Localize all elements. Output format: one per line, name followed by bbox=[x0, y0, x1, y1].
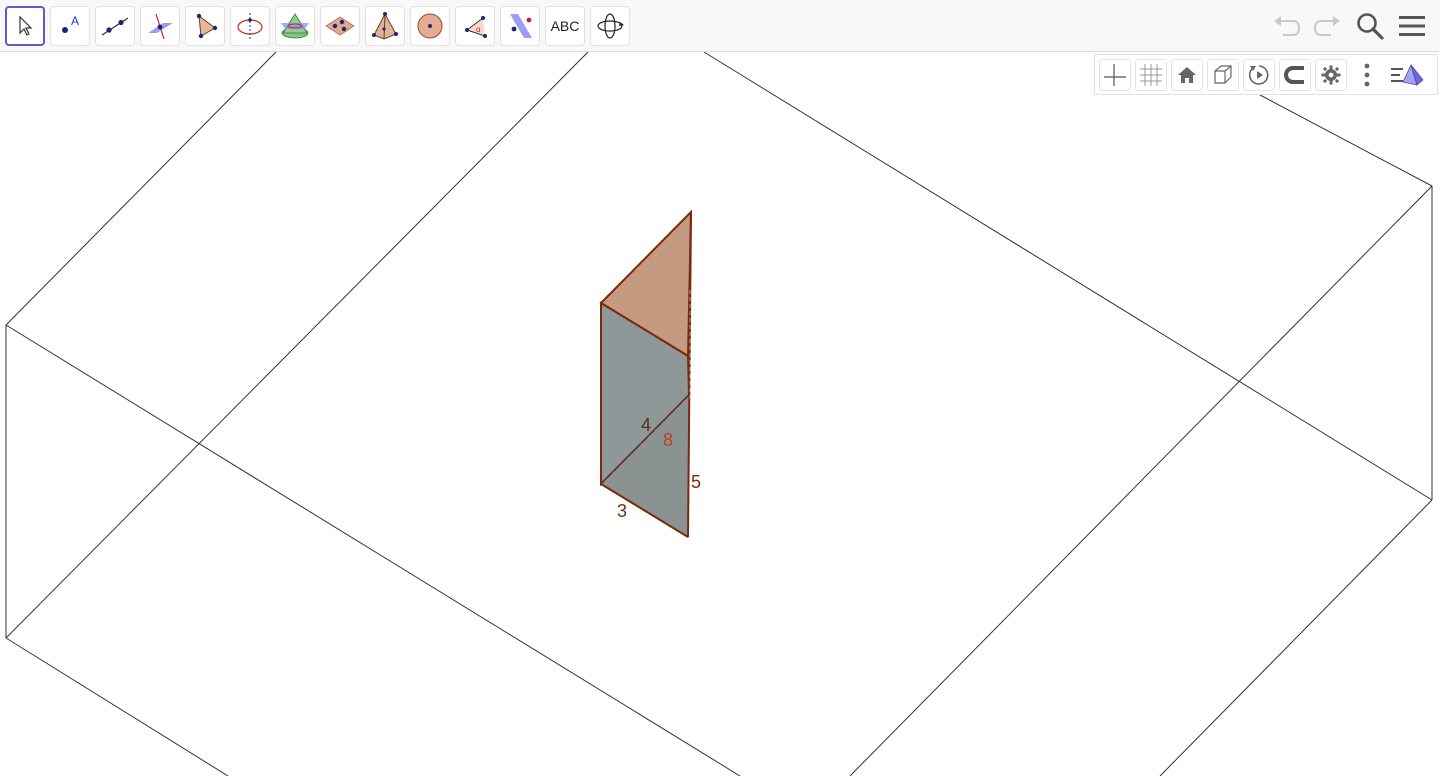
edge-label-5: 5 bbox=[691, 472, 701, 492]
arrow-cursor-icon bbox=[19, 15, 33, 36]
plane-points-icon bbox=[325, 16, 355, 36]
sphere-icon bbox=[417, 13, 443, 39]
reflect-about-plane-tool-button[interactable] bbox=[500, 6, 540, 46]
axes-icon bbox=[1104, 63, 1126, 86]
more-icon bbox=[1364, 63, 1370, 86]
text-icon: ABC bbox=[550, 18, 580, 34]
menu-icon bbox=[1399, 16, 1425, 36]
clipping-box bbox=[5, 51, 1433, 776]
angle-tool-button[interactable]: α bbox=[455, 6, 495, 46]
svg-text:A: A bbox=[71, 14, 79, 28]
undo-button[interactable] bbox=[1268, 8, 1304, 44]
circle-with-axis-tool-button[interactable] bbox=[230, 6, 270, 46]
plane-through-points-tool-button[interactable] bbox=[320, 6, 360, 46]
graphics-view-3d[interactable]: 4 8 5 3 bbox=[0, 0, 1440, 776]
toggle-axes-button[interactable] bbox=[1099, 58, 1131, 91]
tool-buttons: A α ABC bbox=[5, 6, 630, 46]
toggle-grid-button[interactable] bbox=[1135, 58, 1167, 91]
cube-view-icon bbox=[1214, 64, 1232, 84]
svg-text:α: α bbox=[476, 25, 481, 34]
main-toolbar: A α ABC bbox=[0, 0, 1440, 52]
main-menu-button[interactable] bbox=[1394, 8, 1430, 44]
pyramid-icon bbox=[372, 12, 398, 40]
reflect-plane-icon bbox=[510, 14, 532, 38]
more-options-button[interactable] bbox=[1351, 58, 1383, 91]
point-icon: A bbox=[62, 14, 79, 33]
standard-view-button[interactable] bbox=[1171, 58, 1203, 91]
perpendicular-line-icon bbox=[148, 13, 173, 40]
point-capturing-button[interactable] bbox=[1279, 58, 1311, 91]
view-direction-button[interactable] bbox=[1207, 58, 1239, 91]
redo-button[interactable] bbox=[1310, 8, 1346, 44]
cone-plane-icon bbox=[281, 13, 309, 39]
home-icon bbox=[1178, 66, 1196, 83]
perpendicular-line-tool-button[interactable] bbox=[140, 6, 180, 46]
style-bar-toggle-icon bbox=[1391, 63, 1424, 86]
edge-label-8: 8 bbox=[663, 430, 673, 450]
style-bar-toggle-button[interactable] bbox=[1387, 58, 1427, 91]
line-tool-button[interactable] bbox=[95, 6, 135, 46]
toolbar-actions bbox=[1268, 8, 1430, 44]
line-icon bbox=[101, 17, 129, 36]
gear-icon bbox=[1321, 65, 1341, 84]
move-tool-button[interactable] bbox=[5, 6, 45, 46]
undo-icon bbox=[1274, 16, 1301, 36]
edge-label-3: 3 bbox=[617, 501, 627, 521]
redo-icon bbox=[1313, 16, 1340, 36]
angle-icon: α bbox=[465, 16, 487, 38]
polygon-tool-button[interactable] bbox=[185, 6, 225, 46]
graphics-settings-button[interactable] bbox=[1315, 58, 1347, 91]
magnet-icon bbox=[1284, 65, 1304, 84]
rotate-view-icon bbox=[597, 13, 624, 39]
rotate-icon bbox=[1248, 64, 1269, 85]
point-tool-button[interactable]: A bbox=[50, 6, 90, 46]
auto-rotate-button[interactable] bbox=[1243, 58, 1275, 91]
triangular-prism[interactable]: 4 8 5 3 bbox=[599, 209, 701, 538]
intersect-surfaces-tool-button[interactable] bbox=[275, 6, 315, 46]
polygon-icon bbox=[196, 13, 218, 39]
edge-label-4: 4 bbox=[641, 415, 651, 435]
text-tool-button[interactable]: ABC bbox=[545, 6, 585, 46]
pyramid-tool-button[interactable] bbox=[365, 6, 405, 46]
geogebra-3d-app: 4 8 5 3 A α ABC bbox=[0, 0, 1440, 776]
grid-icon bbox=[1140, 63, 1162, 86]
search-button[interactable] bbox=[1352, 8, 1388, 44]
graphics-style-bar bbox=[1094, 54, 1438, 95]
rotate-view-tool-button[interactable] bbox=[590, 6, 630, 46]
sphere-tool-button[interactable] bbox=[410, 6, 450, 46]
circle-axis-icon bbox=[237, 13, 263, 39]
search-icon bbox=[1357, 13, 1384, 40]
